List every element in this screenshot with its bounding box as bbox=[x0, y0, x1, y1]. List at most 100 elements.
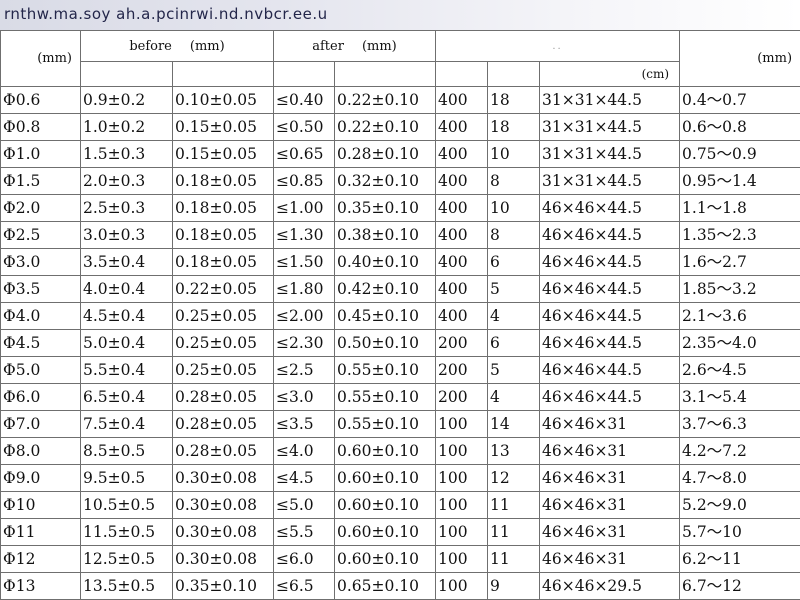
diameter-cell: Φ10 bbox=[1, 492, 81, 519]
before-header: before(mm) bbox=[81, 31, 274, 62]
after-id-cell: ≤0.50 bbox=[274, 114, 335, 141]
after-wall-cell: 0.38±0.10 bbox=[335, 222, 436, 249]
carton-size-cell: 46×46×29.5 bbox=[540, 573, 680, 600]
after-wall-cell: 0.60±0.10 bbox=[335, 546, 436, 573]
pack-qty-cell: 400 bbox=[436, 195, 488, 222]
pack-qty-cell: 400 bbox=[436, 141, 488, 168]
before-od-cell: 12.5±0.5 bbox=[81, 546, 173, 573]
table-row: Φ8.08.5±0.50.28±0.05≤4.00.60±0.101001346… bbox=[1, 438, 800, 465]
after-sub-2 bbox=[335, 62, 436, 87]
before-wall-cell: 0.25±0.05 bbox=[173, 303, 274, 330]
pack-qty-cell: 400 bbox=[436, 87, 488, 114]
carton-size-cell: 46×46×31 bbox=[540, 519, 680, 546]
pack-qty-cell: 200 bbox=[436, 384, 488, 411]
range-cell: 5.2～9.0 bbox=[680, 492, 800, 519]
before-od-cell: 11.5±0.5 bbox=[81, 519, 173, 546]
pack-qty-cell: 100 bbox=[436, 573, 488, 600]
table-row: Φ1212.5±0.50.30±0.08≤6.00.60±0.101001146… bbox=[1, 546, 800, 573]
before-wall-cell: 0.15±0.05 bbox=[173, 114, 274, 141]
before-wall-cell: 0.25±0.05 bbox=[173, 357, 274, 384]
diameter-cell: Φ0.6 bbox=[1, 87, 81, 114]
carton-size-cell: 46×46×31 bbox=[540, 465, 680, 492]
carton-size-cell: 46×46×44.5 bbox=[540, 303, 680, 330]
before-od-cell: 3.5±0.4 bbox=[81, 249, 173, 276]
range-cell: 2.35～4.0 bbox=[680, 330, 800, 357]
before-od-cell: 4.0±0.4 bbox=[81, 276, 173, 303]
after-id-cell: ≤4.0 bbox=[274, 438, 335, 465]
after-id-cell: ≤5.5 bbox=[274, 519, 335, 546]
range-cell: 0.4～0.7 bbox=[680, 87, 800, 114]
before-od-cell: 3.0±0.3 bbox=[81, 222, 173, 249]
after-wall-cell: 0.22±0.10 bbox=[335, 87, 436, 114]
after-id-cell: ≤2.00 bbox=[274, 303, 335, 330]
pack-count-cell: 10 bbox=[488, 141, 540, 168]
before-od-cell: 1.5±0.3 bbox=[81, 141, 173, 168]
after-header: after(mm) bbox=[274, 31, 436, 62]
before-sub-2 bbox=[173, 62, 274, 87]
after-wall-cell: 0.50±0.10 bbox=[335, 330, 436, 357]
range-cell: 1.6～2.7 bbox=[680, 249, 800, 276]
before-wall-cell: 0.30±0.08 bbox=[173, 519, 274, 546]
before-od-cell: 7.5±0.4 bbox=[81, 411, 173, 438]
table-row: Φ4.55.0±0.40.25±0.05≤2.300.50±0.10200646… bbox=[1, 330, 800, 357]
pack-count-cell: 8 bbox=[488, 168, 540, 195]
after-id-cell: ≤2.5 bbox=[274, 357, 335, 384]
table-row: Φ0.60.9±0.20.10±0.05≤0.400.22±0.10400183… bbox=[1, 87, 800, 114]
range-cell: 1.35～2.3 bbox=[680, 222, 800, 249]
pack-count-cell: 9 bbox=[488, 573, 540, 600]
table-row: Φ1.52.0±0.30.18±0.05≤0.850.32±0.10400831… bbox=[1, 168, 800, 195]
range-cell: 6.2～11 bbox=[680, 546, 800, 573]
before-wall-cell: 0.28±0.05 bbox=[173, 411, 274, 438]
after-wall-cell: 0.35±0.10 bbox=[335, 195, 436, 222]
pack-count-cell: 4 bbox=[488, 384, 540, 411]
pack-qty-cell: 100 bbox=[436, 519, 488, 546]
pack-qty-cell: 200 bbox=[436, 330, 488, 357]
before-od-cell: 2.0±0.3 bbox=[81, 168, 173, 195]
carton-size-cell: 46×46×44.5 bbox=[540, 195, 680, 222]
diameter-cell: Φ6.0 bbox=[1, 384, 81, 411]
diameter-cell: Φ3.5 bbox=[1, 276, 81, 303]
after-sub-1 bbox=[274, 62, 335, 87]
before-wall-cell: 0.35±0.10 bbox=[173, 573, 274, 600]
range-cell: 3.7～6.3 bbox=[680, 411, 800, 438]
pack-count-cell: 10 bbox=[488, 195, 540, 222]
before-od-cell: 4.5±0.4 bbox=[81, 303, 173, 330]
carton-size-cell: 46×46×44.5 bbox=[540, 330, 680, 357]
diameter-cell: Φ2.0 bbox=[1, 195, 81, 222]
carton-size-cell: 46×46×44.5 bbox=[540, 357, 680, 384]
table-row: Φ3.03.5±0.40.18±0.05≤1.500.40±0.10400646… bbox=[1, 249, 800, 276]
table-row: Φ1111.5±0.50.30±0.08≤5.50.60±0.101001146… bbox=[1, 519, 800, 546]
diameter-cell: Φ2.5 bbox=[1, 222, 81, 249]
range-unit-header: (mm) bbox=[680, 31, 800, 87]
after-wall-cell: 0.60±0.10 bbox=[335, 492, 436, 519]
pack-count-cell: 13 bbox=[488, 438, 540, 465]
spec-table: (mm) before(mm) after(mm) .. (mm) (cm) Φ… bbox=[0, 30, 800, 600]
after-id-cell: ≤6.5 bbox=[274, 573, 335, 600]
before-od-cell: 6.5±0.4 bbox=[81, 384, 173, 411]
pack-count-cell: 11 bbox=[488, 519, 540, 546]
after-wall-cell: 0.55±0.10 bbox=[335, 357, 436, 384]
pack-qty-cell: 400 bbox=[436, 114, 488, 141]
after-id-cell: ≤3.5 bbox=[274, 411, 335, 438]
pack-qty-cell: 400 bbox=[436, 303, 488, 330]
table-row: Φ1010.5±0.50.30±0.08≤5.00.60±0.101001146… bbox=[1, 492, 800, 519]
range-cell: 3.1～5.4 bbox=[680, 384, 800, 411]
after-id-cell: ≤0.65 bbox=[274, 141, 335, 168]
range-cell: 4.7～8.0 bbox=[680, 465, 800, 492]
before-wall-cell: 0.22±0.05 bbox=[173, 276, 274, 303]
pack-qty-cell: 100 bbox=[436, 546, 488, 573]
pack-qty-cell: 400 bbox=[436, 222, 488, 249]
before-wall-cell: 0.28±0.05 bbox=[173, 384, 274, 411]
after-id-cell: ≤1.00 bbox=[274, 195, 335, 222]
diameter-cell: Φ13 bbox=[1, 573, 81, 600]
carton-size-cell: 31×31×44.5 bbox=[540, 114, 680, 141]
carton-size-cell: 46×46×44.5 bbox=[540, 384, 680, 411]
before-od-cell: 9.5±0.5 bbox=[81, 465, 173, 492]
carton-size-cell: 46×46×31 bbox=[540, 438, 680, 465]
after-id-cell: ≤0.85 bbox=[274, 168, 335, 195]
pack-count-cell: 18 bbox=[488, 87, 540, 114]
table-row: Φ7.07.5±0.40.28±0.05≤3.50.55±0.101001446… bbox=[1, 411, 800, 438]
diameter-cell: Φ4.0 bbox=[1, 303, 81, 330]
diameter-unit-header: (mm) bbox=[1, 31, 81, 87]
before-wall-cell: 0.18±0.05 bbox=[173, 222, 274, 249]
